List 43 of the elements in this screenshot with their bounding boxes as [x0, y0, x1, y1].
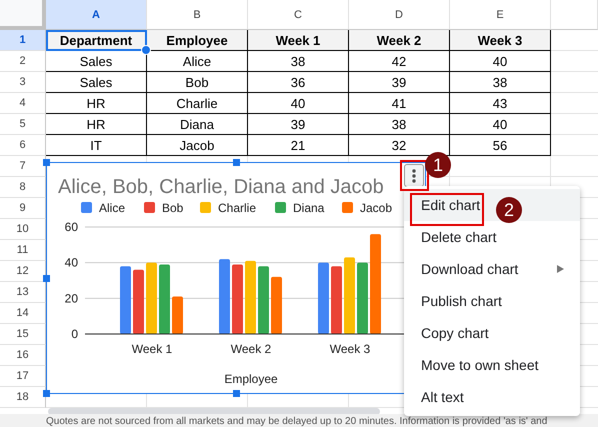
y-axis-label: 20 [64, 291, 78, 306]
chart-title: Alice, Bob, Charlie, Diana and Jacob [58, 176, 384, 198]
table-cell: Jacob [147, 135, 248, 156]
table-cell: 32 [349, 135, 450, 156]
table-cell: HR [46, 93, 147, 114]
table-cell: 21 [248, 135, 349, 156]
table-cell: 56 [450, 135, 551, 156]
legend-label: Charlie [218, 201, 256, 215]
table-cell: 40 [450, 51, 551, 72]
table-cell: 42 [349, 51, 450, 72]
table-cell: IT [46, 135, 147, 156]
table-cell: 40 [248, 93, 349, 114]
table-cell: 41 [349, 93, 450, 114]
y-axis-label: 0 [71, 327, 78, 341]
table-cell: 39 [349, 72, 450, 93]
table-cell: 38 [349, 114, 450, 135]
table-cell: Sales [46, 72, 147, 93]
legend-label: Bob [162, 201, 184, 215]
table-cell: 40 [450, 114, 551, 135]
header-cell: Week 3 [450, 30, 551, 51]
table-cell: Diana [147, 114, 248, 135]
table-cell: 43 [450, 93, 551, 114]
legend-label: Jacob [360, 201, 392, 215]
x-axis-label: Week 3 [330, 342, 370, 356]
table-cell: Bob [147, 72, 248, 93]
table-cell: 38 [248, 51, 349, 72]
table-cell: 36 [248, 72, 349, 93]
header-cell: Week 2 [349, 30, 450, 51]
table-cell: 38 [450, 72, 551, 93]
table-cell: Charlie [147, 93, 248, 114]
y-axis-label: 60 [64, 220, 78, 234]
x-axis-title: Employee [224, 372, 278, 386]
header-cell: Employee [147, 30, 248, 51]
table-cell: 39 [248, 114, 349, 135]
legend-label: Diana [293, 201, 324, 215]
header-cell: Week 1 [248, 30, 349, 51]
table-cell: HR [46, 114, 147, 135]
x-axis-label: Week 1 [132, 342, 172, 356]
legend-label: Alice [99, 201, 126, 215]
disclaimer-text: Quotes are not sourced from all markets and may be delayed up to 20 minutes. Information is provided 'as is' and [0, 414, 598, 427]
x-axis-label: Week 2 [230, 342, 272, 356]
y-axis-label: 40 [64, 256, 78, 270]
table-cell: Alice [147, 51, 248, 72]
